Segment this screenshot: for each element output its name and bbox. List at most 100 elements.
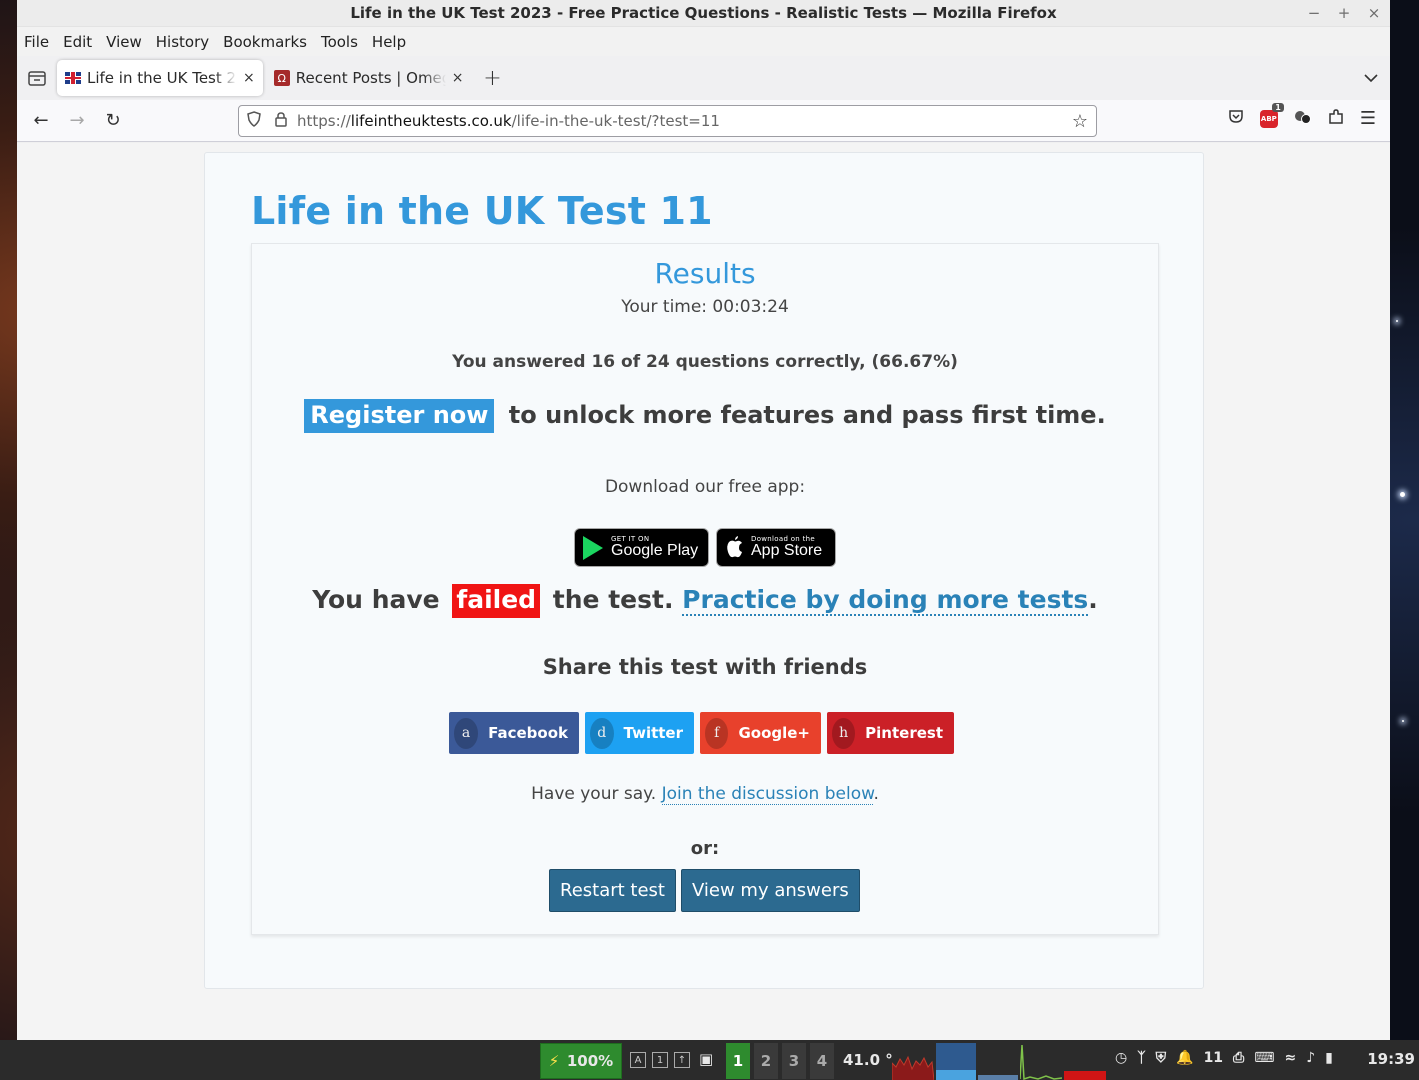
share-label: Facebook [488, 724, 568, 742]
app-store-button[interactable]: Download on the App Store [716, 528, 836, 567]
display-icon[interactable]: ▣ [699, 1050, 713, 1068]
star [1402, 720, 1404, 722]
workspace-3[interactable]: 3 [782, 1043, 806, 1079]
page-title: Life in the UK Test 11 [251, 189, 713, 233]
cpu-graph [892, 1043, 934, 1080]
reload-icon[interactable]: ↻ [95, 103, 131, 139]
app-store-badges: GET IT ON Google Play Download on the Ap… [574, 528, 836, 567]
url-path: /life-in-the-uk-test/?test=11 [511, 112, 720, 130]
workspace-2[interactable]: 2 [754, 1043, 778, 1079]
new-tab-button[interactable]: + [474, 66, 510, 91]
restart-test-button[interactable]: Restart test [549, 869, 676, 912]
twitter-icon: d [590, 717, 614, 749]
maximize-button[interactable]: + [1336, 4, 1352, 22]
tab-close-icon[interactable]: × [243, 70, 255, 86]
star [1400, 492, 1405, 497]
tab-omega-forums[interactable]: Ω Recent Posts | Omega Forums × [266, 60, 472, 96]
memory-graph [936, 1043, 976, 1080]
music-note-icon[interactable]: ♪ [1306, 1050, 1315, 1066]
shield-update-icon[interactable]: ⛨ [1156, 1050, 1167, 1066]
forward-arrow-icon[interactable]: → [59, 103, 95, 139]
adblock-badge: 1 [1272, 102, 1284, 112]
menu-bookmarks[interactable]: Bookmarks [223, 33, 307, 51]
failed-middle: the test. [552, 585, 674, 614]
failed-badge: failed [452, 584, 541, 618]
have-your-say-line: Have your say. Join the discussion below… [252, 784, 1158, 805]
google-play-icon [583, 535, 603, 560]
register-now-button[interactable]: Register now [304, 399, 495, 433]
time-label: Your time: 00:03:24 [621, 297, 789, 317]
url-bar[interactable]: https://lifeintheuktests.co.uk/life-in-t… [238, 105, 1097, 137]
menu-history[interactable]: History [156, 33, 209, 51]
printer-icon[interactable]: ⎙ [1233, 1050, 1244, 1066]
close-window-button[interactable]: × [1366, 4, 1382, 22]
keyboard-shift-indicator: ↑ [674, 1052, 690, 1068]
toolbar-icons: ABP 1 ☰ [1228, 102, 1376, 129]
firefox-view-icon[interactable] [17, 56, 57, 100]
share-facebook-button[interactable]: a Facebook [449, 712, 579, 754]
menu-tools[interactable]: Tools [321, 33, 358, 51]
results-heading: Results [654, 257, 756, 290]
extensions-puzzle-icon[interactable] [1328, 108, 1344, 129]
tab-life-in-uk[interactable]: Life in the UK Test 2023 - Free Practice… [57, 60, 263, 96]
network-graph [1020, 1043, 1062, 1080]
list-tabs-chevron-icon[interactable] [1364, 68, 1378, 87]
failed-prefix: You have [312, 585, 440, 614]
apple-icon [727, 535, 742, 557]
tab-bar: Life in the UK Test 2023 - Free Practice… [17, 56, 1390, 100]
battery-indicator[interactable]: ⚡ 100% [540, 1043, 622, 1079]
score-text: You answered 16 of 24 questions correctl… [452, 352, 958, 372]
wifi-icon[interactable]: ≈ [1284, 1050, 1296, 1066]
facebook-icon: a [454, 717, 479, 749]
keyboard-a-indicator: A [630, 1052, 646, 1068]
star [1396, 320, 1398, 322]
clock[interactable]: 19:39 [1367, 1050, 1415, 1068]
keyboard-icon[interactable]: ⌨ [1254, 1050, 1274, 1066]
tab-close-icon[interactable]: × [452, 70, 464, 86]
navigation-bar: ← → ↻ https://lifeintheuktests.co.uk/lif… [17, 100, 1390, 142]
workspace-1[interactable]: 1 [726, 1043, 750, 1079]
pinterest-icon: h [832, 717, 856, 749]
practice-more-link[interactable]: Practice by doing more tests [682, 585, 1089, 616]
share-twitter-button[interactable]: d Twitter [585, 712, 694, 754]
register-line: Register now to unlock more features and… [252, 399, 1158, 433]
menu-help[interactable]: Help [372, 33, 406, 51]
battery-icon[interactable]: ▮ [1325, 1050, 1333, 1066]
window-title: Life in the UK Test 2023 - Free Practice… [350, 4, 1057, 22]
googleplus-icon: f [705, 717, 729, 749]
bookmark-star-icon[interactable]: ☆ [1072, 111, 1088, 132]
pocket-icon[interactable] [1228, 109, 1244, 128]
url-text[interactable]: https://lifeintheuktests.co.uk/life-in-t… [297, 112, 720, 130]
google-play-button[interactable]: GET IT ON Google Play [574, 528, 709, 567]
uk-flag-icon [65, 72, 81, 84]
menu-view[interactable]: View [106, 33, 142, 51]
test-card: Life in the UK Test 11 Results Your time… [204, 152, 1204, 989]
share-googleplus-button[interactable]: f Google+ [700, 712, 821, 754]
page-content: Life in the UK Test 11 Results Your time… [17, 143, 1390, 1040]
action-buttons: Restart test View my answers [549, 869, 860, 912]
tracking-shield-icon[interactable] [247, 111, 261, 131]
view-answers-button[interactable]: View my answers [681, 869, 860, 912]
lock-icon[interactable] [275, 111, 287, 131]
hamburger-menu-icon[interactable]: ☰ [1360, 108, 1376, 129]
swap-graph [978, 1043, 1018, 1080]
minimize-button[interactable]: − [1306, 4, 1322, 22]
system-tray: ◷ ᛉ ⛨ 🔔 11 ⎙ ⌨ ≈ ♪ ▮ [1115, 1050, 1333, 1066]
extension-circles-icon[interactable] [1294, 109, 1312, 128]
adblock-icon[interactable]: ABP 1 [1259, 102, 1284, 128]
menu-edit[interactable]: Edit [63, 33, 92, 51]
menu-file[interactable]: File [24, 33, 49, 51]
share-pinterest-button[interactable]: h Pinterest [827, 712, 954, 754]
back-arrow-icon[interactable]: ← [23, 103, 59, 139]
notification-bell-icon[interactable]: 🔔 [1176, 1050, 1193, 1066]
discussion-link[interactable]: Join the discussion below [661, 784, 874, 805]
workspace-4[interactable]: 4 [810, 1043, 834, 1079]
window-controls: − + × [1306, 4, 1382, 22]
cpu-temperature: 41.0 ° [843, 1051, 893, 1069]
system-taskbar: ⚡ 100% A 1 ↑ ▣ 1 2 3 4 41.0 ° ◷ ᛉ ⛨ 🔔 11… [0, 1040, 1419, 1080]
clock-history-icon[interactable]: ◷ [1115, 1050, 1127, 1066]
notification-count: 11 [1203, 1050, 1224, 1066]
keyboard-1-indicator: 1 [652, 1052, 668, 1068]
download-text: Download our free app: [604, 477, 806, 497]
bluetooth-icon[interactable]: ᛉ [1137, 1050, 1145, 1066]
